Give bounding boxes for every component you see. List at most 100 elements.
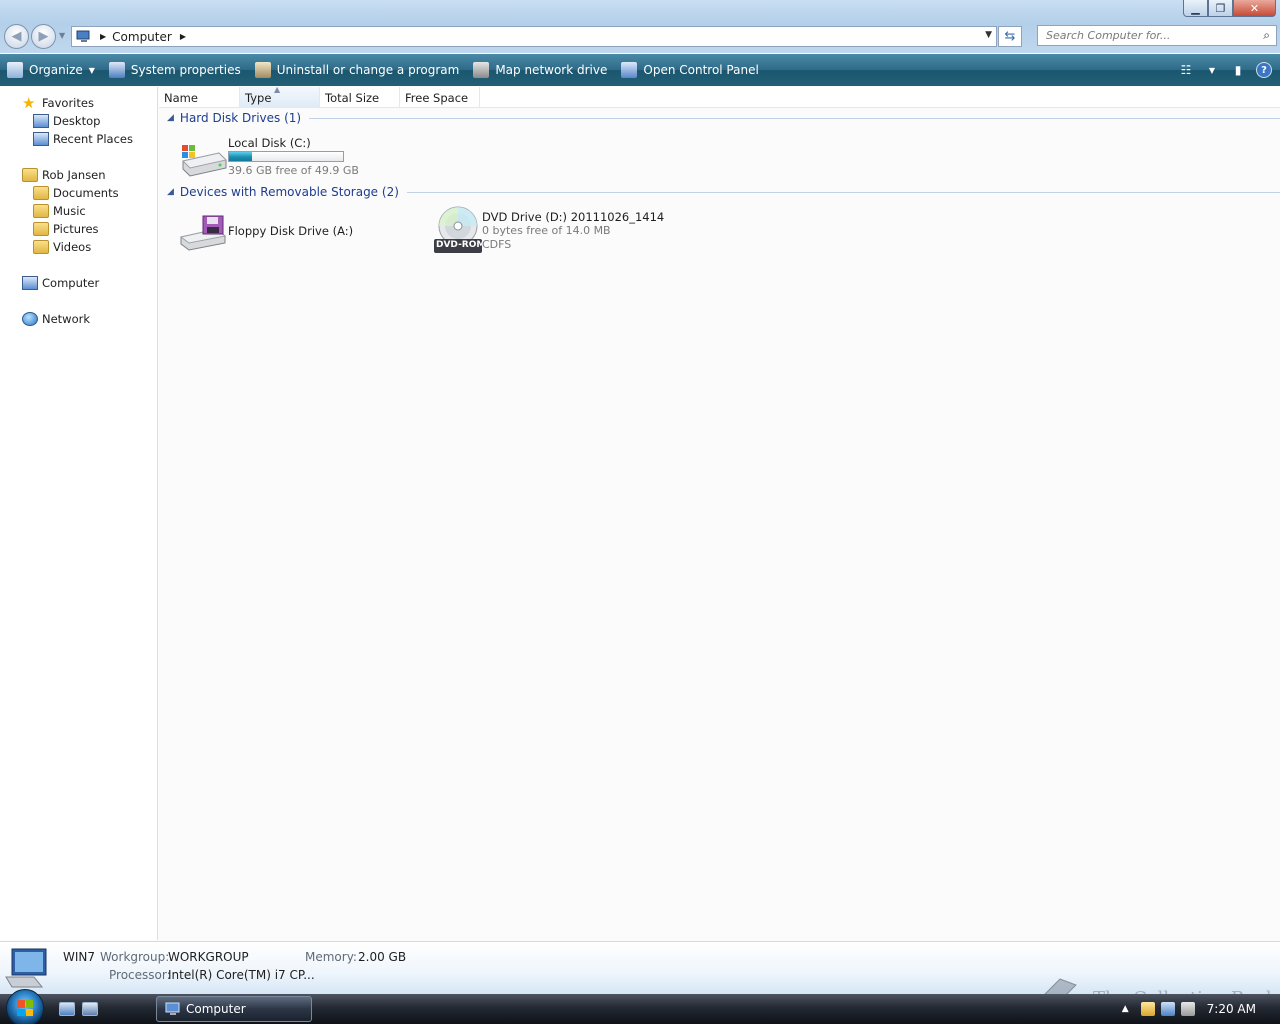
workgroup-key: Workgroup: [100,950,170,964]
recent-places-icon [33,132,49,146]
recent-pages-dropdown[interactable]: ▼ [59,31,65,40]
breadcrumb-separator-icon[interactable]: ▶ [100,32,106,41]
user-folder-icon [22,168,38,182]
network-icon [22,312,38,326]
caption-buttons: ▁ ❐ ✕ [1183,0,1276,17]
tray-alert-icon[interactable] [1140,1002,1155,1016]
show-desktop-icon[interactable] [59,1002,75,1016]
column-header-free-space[interactable]: Free Space [400,87,480,108]
memory-key: Memory: [305,950,357,964]
views-icon[interactable]: ☷ [1178,62,1194,78]
computer-icon [165,1002,180,1015]
details-pane: WIN7 Workgroup: WORKGROUP Memory: 2.00 G… [0,941,1280,994]
windows-logo-icon [17,1000,33,1016]
nav-user-folder[interactable]: Rob Jansen [22,168,106,182]
help-icon[interactable]: ? [1256,62,1272,78]
computer-large-icon [5,948,47,988]
search-input[interactable] [1046,29,1246,42]
close-button[interactable]: ✕ [1233,0,1276,17]
nav-music-label: Music [53,204,86,218]
nav-desktop[interactable]: Desktop [33,114,100,128]
processor-key: Processor: [109,968,171,982]
column-type-label: Type [245,90,272,105]
address-dropdown-icon[interactable]: ▼ [985,30,992,40]
nav-pictures[interactable]: Pictures [33,222,99,236]
switch-windows-icon[interactable] [82,1002,98,1016]
nav-videos[interactable]: Videos [33,240,91,254]
group-hard-disk-drives[interactable]: ◢ Hard Disk Drives (1) [167,111,1280,125]
videos-folder-icon [33,240,49,254]
computer-icon [22,276,38,290]
back-button[interactable]: ◀ [4,24,29,49]
music-folder-icon [33,204,49,218]
collapse-triangle-icon: ◢ [167,187,174,197]
network-status-icon[interactable] [1160,1002,1175,1016]
memory-value: 2.00 GB [358,950,407,964]
system-properties-button[interactable]: System properties [102,54,248,86]
nav-network[interactable]: Network [22,312,90,326]
nav-computer-label: Computer [42,276,100,290]
command-bar: Organize ▼ System properties Uninstall o… [0,54,1280,86]
search-box[interactable]: ⌕ [1037,25,1277,46]
column-header-name[interactable]: Name [159,87,240,108]
taskbar-button-computer[interactable]: Computer [156,996,312,1022]
nav-music[interactable]: Music [33,204,86,218]
nav-network-label: Network [42,312,91,326]
drive-d-free-space: 0 bytes free of 14.0 MB [482,224,611,237]
restore-button[interactable]: ❐ [1208,0,1233,17]
search-icon[interactable]: ⌕ [1263,28,1270,43]
start-button[interactable] [6,989,44,1024]
floppy-drive-icon [179,215,227,251]
drive-a-label: Floppy Disk Drive (A:) [228,224,354,238]
views-dropdown-icon[interactable]: ▼ [1204,62,1220,78]
workgroup-value: WORKGROUP [168,950,249,964]
refresh-button[interactable]: ⇆ [998,26,1022,47]
documents-folder-icon [33,186,49,200]
group-removable-label: Devices with Removable Storage (2) [179,185,399,199]
pictures-folder-icon [33,222,49,236]
group-hdd-label: Hard Disk Drives (1) [179,111,302,125]
nav-favorites[interactable]: ★ Favorites [22,96,94,111]
volume-muted-icon[interactable] [1180,1002,1195,1016]
column-header-total-size[interactable]: Total Size [320,87,400,108]
preview-pane-icon[interactable]: ▮ [1230,62,1246,78]
control-panel-icon [621,62,638,78]
chevron-down-icon: ▼ [88,65,95,75]
group-removable-storage[interactable]: ◢ Devices with Removable Storage (2) [167,185,1280,199]
address-bar[interactable]: ▶ Computer ▶ ▼ [71,26,997,47]
drive-c-capacity-fill [229,152,253,161]
map-network-drive-button[interactable]: Map network drive [466,54,614,86]
desktop-icon [33,114,49,128]
map-drive-icon [473,62,490,78]
clock[interactable]: 7:20 AM [1207,1002,1256,1016]
processor-value: Intel(R) Core(TM) i7 CP... [168,968,315,982]
uninstall-label: Uninstall or change a program [276,63,460,77]
uninstall-program-button[interactable]: Uninstall or change a program [248,54,467,86]
title-bar: ▁ ❐ ✕ ◀ ▶ ▼ ▶ Computer ▶ ▼ ⇆ ⌕ [0,0,1280,53]
nav-computer[interactable]: Computer [22,276,99,290]
nav-desktop-label: Desktop [53,114,101,128]
taskbar-button-label: Computer [186,1002,246,1016]
column-header-type[interactable]: ▲ Type [240,85,320,108]
nav-videos-label: Videos [53,240,92,254]
nav-recent-places[interactable]: Recent Places [33,132,133,146]
minimize-button[interactable]: ▁ [1183,0,1208,17]
breadcrumb-chevron-icon[interactable]: ▶ [180,32,186,41]
refresh-icon: ⇆ [1004,29,1016,44]
breadcrumb-computer[interactable]: Computer [112,30,172,44]
nav-user-label: Rob Jansen [42,168,106,182]
taskbar: Computer ▲ 7:20 AM [0,989,1280,1024]
command-bar-right: ☷ ▼ ▮ ? [1178,54,1272,86]
drive-c-label: Local Disk (C:) [228,136,311,150]
nav-recent-label: Recent Places [53,132,133,146]
drive-c-capacity-bar [228,151,344,162]
group-divider [309,117,1280,119]
open-control-panel-button[interactable]: Open Control Panel [614,54,765,86]
tray-expand-icon[interactable]: ▲ [1122,1004,1129,1014]
organize-button[interactable]: Organize ▼ [0,54,102,86]
nav-documents-label: Documents [53,186,119,200]
nav-documents[interactable]: Documents [33,186,119,200]
organize-label: Organize [29,63,83,77]
column-headers: Name ▲ Type Total Size Free Space [159,85,1280,108]
forward-button[interactable]: ▶ [31,24,56,49]
